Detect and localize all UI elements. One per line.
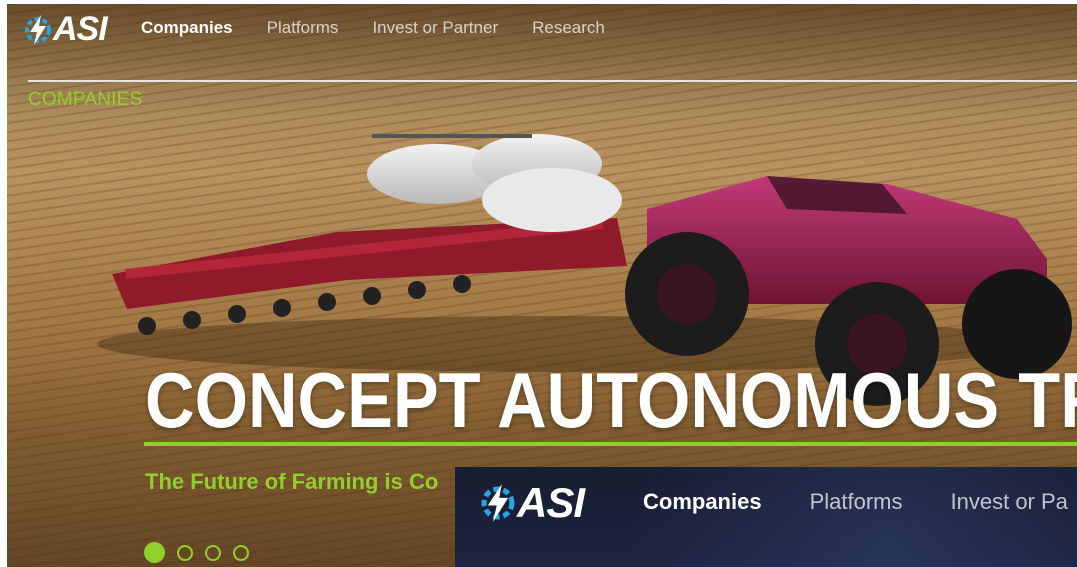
section-label: COMPANIES	[28, 89, 143, 110]
slide-headline: CONCEPT AUTONOMOUS TR	[145, 356, 1077, 444]
sticky-logo[interactable]: ASI	[479, 479, 585, 527]
nav-divider	[28, 80, 1077, 82]
slide-subhead: The Future of Farming is Co	[145, 469, 439, 494]
carousel-dot-3[interactable]	[205, 544, 221, 561]
sticky-nav-item-platforms[interactable]: Platforms	[810, 489, 903, 515]
sticky-logo-wordmark: ASI	[517, 479, 585, 526]
carousel-dot-2[interactable]	[177, 544, 193, 561]
carousel-dot-4[interactable]	[233, 544, 249, 561]
gear-bolt-icon	[481, 484, 515, 522]
nav-item-companies[interactable]: Companies	[141, 18, 233, 38]
nav-item-platforms[interactable]: Platforms	[267, 18, 339, 38]
nav-item-research[interactable]: Research	[532, 18, 605, 38]
gear-bolt-icon	[25, 14, 51, 45]
carousel-dots	[144, 542, 249, 563]
sticky-nav-item-companies[interactable]: Companies	[643, 489, 762, 515]
logo[interactable]: ASI	[23, 10, 108, 49]
headline-underline	[144, 442, 1077, 446]
sticky-nav-item-invest-or-partner[interactable]: Invest or Pa	[951, 489, 1068, 515]
sticky-header: ASI Companies Platforms Invest or Pa	[455, 467, 1077, 567]
logo-wordmark: ASI	[53, 10, 108, 48]
sticky-nav: Companies Platforms Invest or Pa	[643, 489, 1068, 515]
nav-item-invest-or-partner[interactable]: Invest or Partner	[372, 18, 498, 38]
carousel-dot-1[interactable]	[144, 542, 165, 563]
main-nav: Companies Platforms Invest or Partner Re…	[141, 18, 605, 38]
